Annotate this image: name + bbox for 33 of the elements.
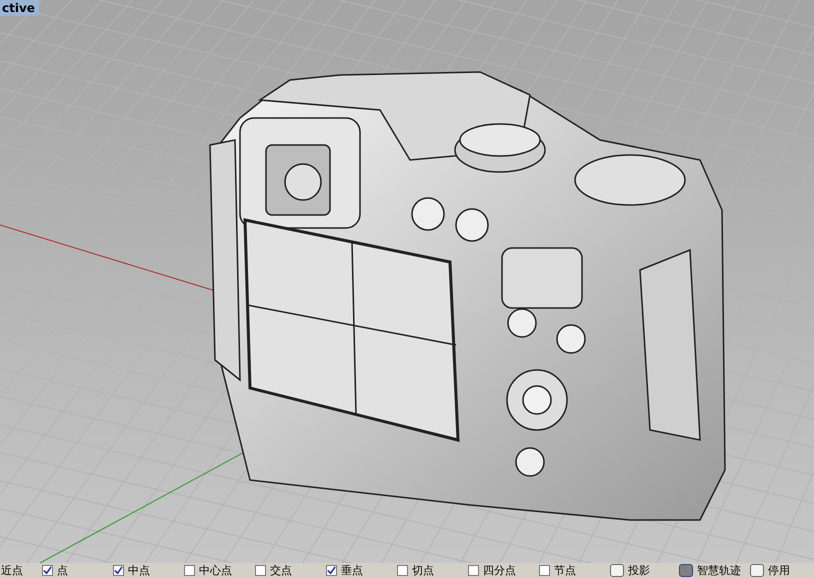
- checkbox-label: 中心点: [199, 564, 232, 577]
- checkbox[interactable]: [255, 565, 266, 576]
- viewport-title[interactable]: ctive: [0, 0, 39, 16]
- checkbox[interactable]: [397, 565, 408, 576]
- checkbox-label: 垂点: [341, 564, 363, 577]
- checkbox[interactable]: [326, 565, 337, 576]
- toggle-button[interactable]: [610, 564, 624, 577]
- checkbox-label: 切点: [412, 564, 434, 577]
- osnap-checkbox[interactable]: 中点: [113, 564, 184, 577]
- checkbox-label: 点: [57, 564, 68, 577]
- osnap-checkbox[interactable]: 四分点: [468, 564, 539, 577]
- checkbox-label: 四分点: [483, 564, 516, 577]
- checkbox[interactable]: [184, 565, 195, 576]
- osnap-checkbox[interactable]: 交点: [255, 564, 326, 577]
- toggle-button[interactable]: [750, 564, 764, 577]
- checkbox-label: 节点: [554, 564, 576, 577]
- osnap-checkbox[interactable]: 中心点: [184, 564, 255, 577]
- osnap-checkbox[interactable]: 节点: [539, 564, 610, 577]
- checkbox-label: 交点: [270, 564, 292, 577]
- toggle-label: 停用: [768, 564, 790, 577]
- viewport[interactable]: ctive: [0, 0, 814, 563]
- toggle-label: 智慧轨迹: [697, 564, 741, 577]
- checkbox[interactable]: [468, 565, 479, 576]
- checkbox[interactable]: [539, 565, 550, 576]
- osnap-checkbox[interactable]: 切点: [397, 564, 468, 577]
- osnap-checkbox[interactable]: 垂点: [326, 564, 397, 577]
- toggle-button[interactable]: [679, 564, 693, 577]
- checkbox[interactable]: [42, 565, 53, 576]
- checkbox-label: 中点: [128, 564, 150, 577]
- toggle-label: 投影: [628, 564, 650, 577]
- checkbox[interactable]: [113, 565, 124, 576]
- osnap-label: 近点: [0, 564, 24, 577]
- osnap-checkbox[interactable]: 点: [42, 564, 113, 577]
